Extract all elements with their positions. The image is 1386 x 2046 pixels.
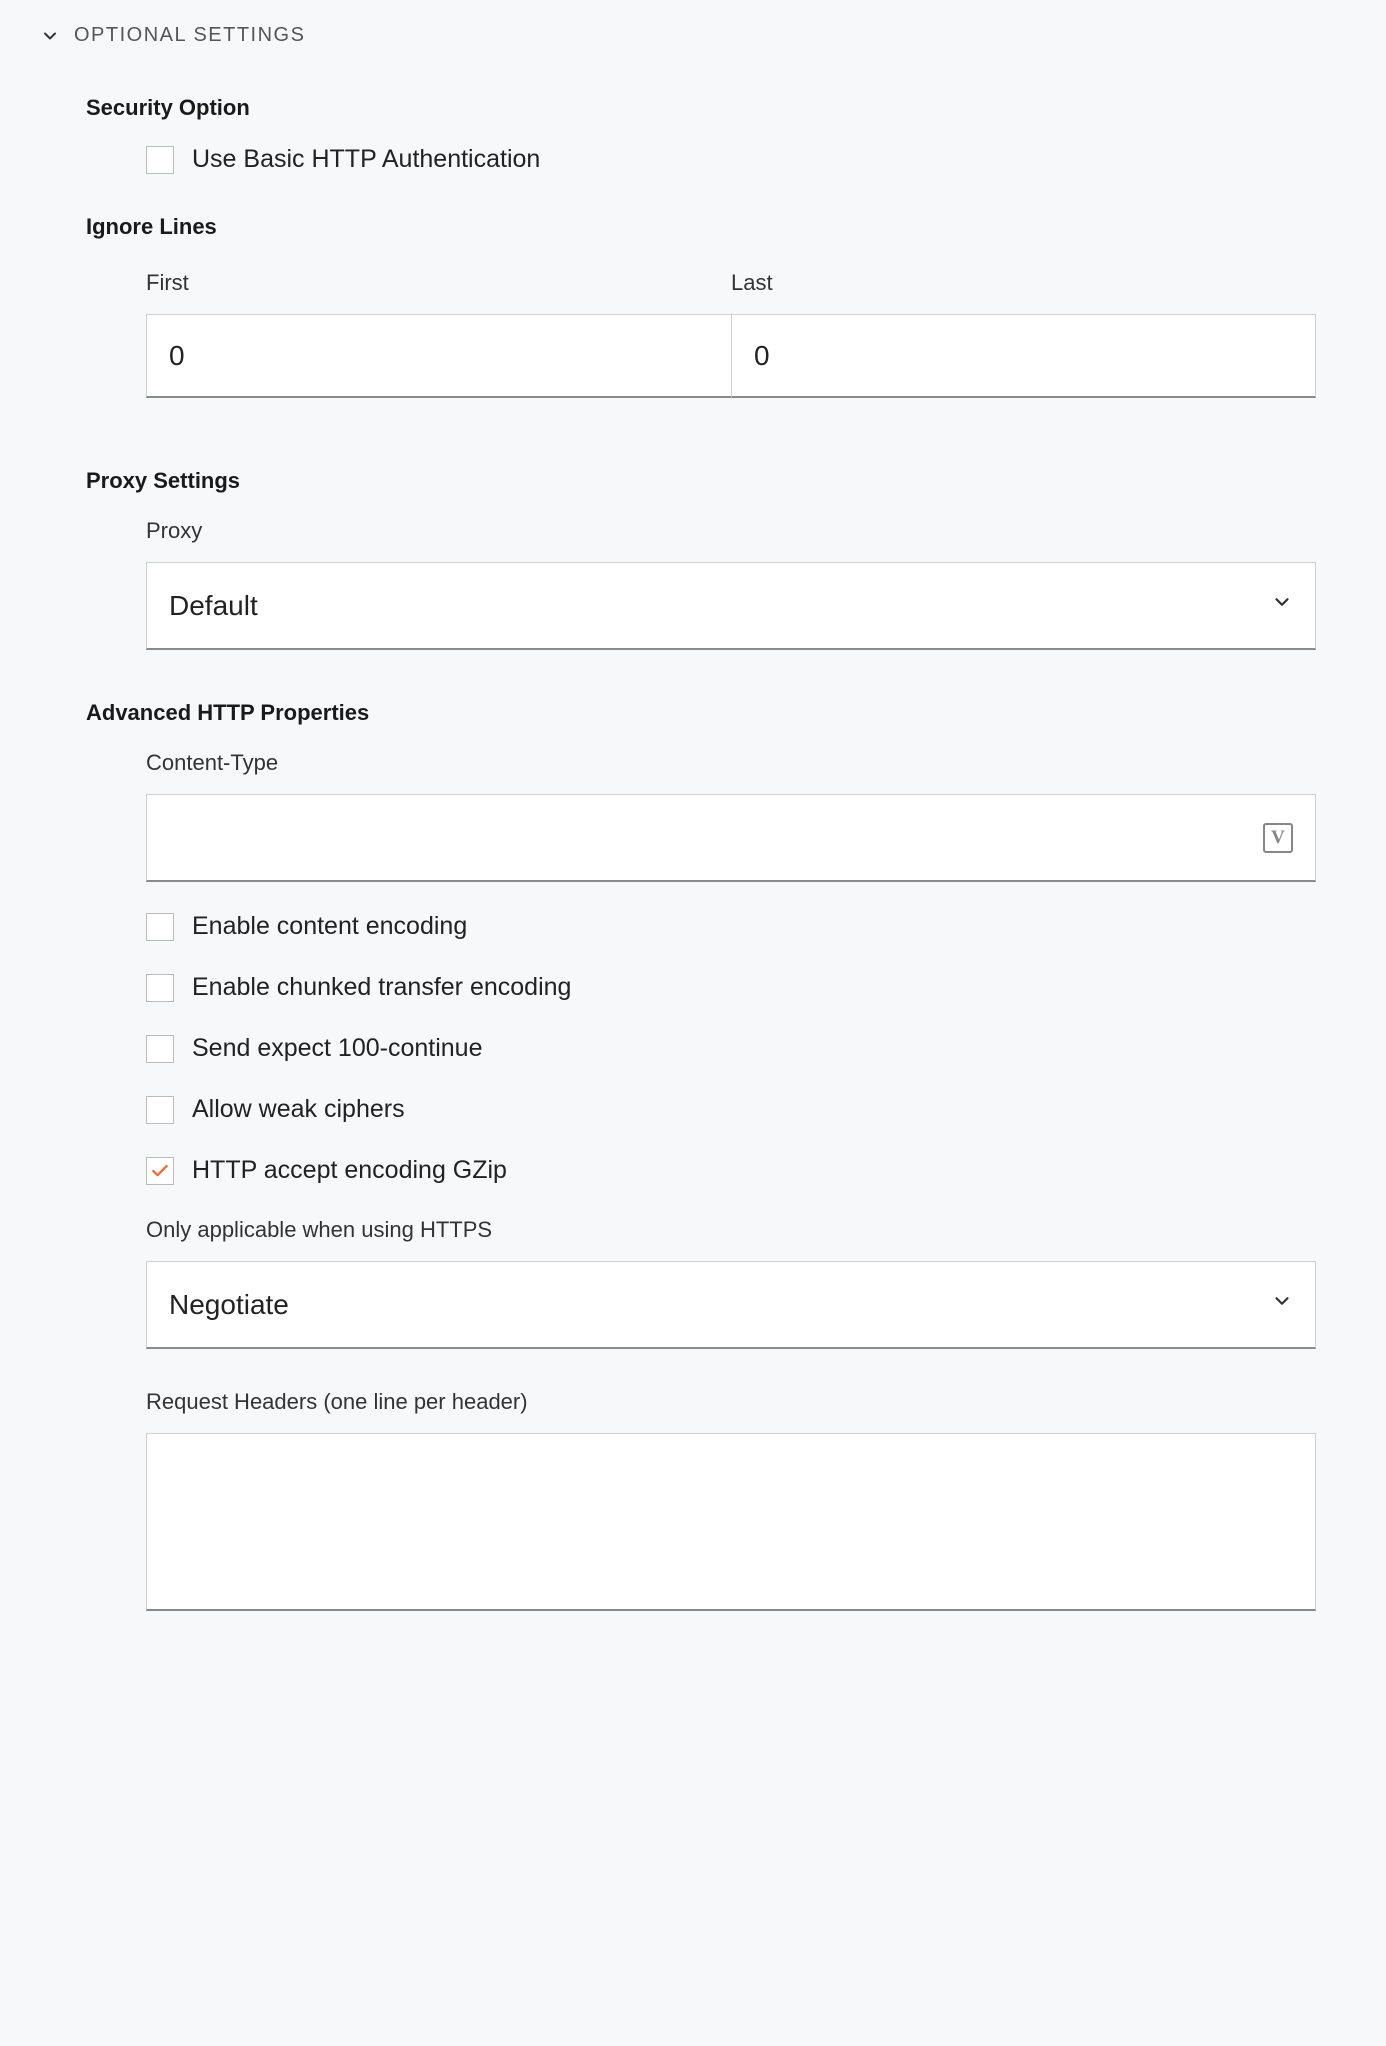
advanced-checkbox-label: HTTP accept encoding GZip [192,1156,507,1185]
ignore-first-label: First [146,270,731,296]
optional-settings-toggle[interactable]: OPTIONAL SETTINGS [40,20,1346,71]
advanced-checkbox-4[interactable]: HTTP accept encoding GZip [146,1156,1316,1185]
content-type-input[interactable] [147,795,1263,880]
checkbox-icon [146,1035,174,1063]
advanced-checkbox-1[interactable]: Enable chunked transfer encoding [146,973,1316,1002]
optional-settings-title: OPTIONAL SETTINGS [74,24,305,47]
ignore-last-label: Last [731,270,1316,296]
advanced-checkbox-0[interactable]: Enable content encoding [146,912,1316,941]
basic-auth-label: Use Basic HTTP Authentication [192,145,540,174]
advanced-checkbox-3[interactable]: Allow weak ciphers [146,1095,1316,1124]
advanced-http-heading: Advanced HTTP Properties [40,700,1346,726]
chevron-down-icon [1271,1290,1293,1319]
basic-auth-checkbox[interactable]: Use Basic HTTP Authentication [146,145,1316,174]
advanced-checkbox-label: Allow weak ciphers [192,1095,405,1124]
proxy-settings-heading: Proxy Settings [40,468,1346,494]
checkbox-icon [146,146,174,174]
request-headers-textarea[interactable] [146,1433,1316,1611]
checkbox-icon [146,913,174,941]
chevron-down-icon [1271,591,1293,620]
advanced-checkbox-label: Enable content encoding [192,912,467,941]
ignore-lines-heading: Ignore Lines [40,214,1346,240]
variable-picker-icon[interactable]: V [1263,823,1293,853]
chevron-down-icon [40,26,60,46]
security-option-heading: Security Option [40,95,1346,121]
https-only-label: Only applicable when using HTTPS [146,1217,1316,1243]
checkbox-checked-icon [146,1157,174,1185]
request-headers-label: Request Headers (one line per header) [146,1389,1316,1415]
advanced-checkbox-label: Enable chunked transfer encoding [192,973,571,1002]
ignore-last-input[interactable] [731,314,1316,398]
https-mode-select[interactable]: Negotiate [146,1261,1316,1349]
advanced-checkbox-label: Send expect 100-continue [192,1034,483,1063]
ignore-first-input[interactable] [146,314,731,398]
proxy-select-value: Default [169,590,1271,622]
content-type-label: Content-Type [146,750,1316,776]
https-mode-value: Negotiate [169,1289,1271,1321]
proxy-select[interactable]: Default [146,562,1316,650]
advanced-checkbox-2[interactable]: Send expect 100-continue [146,1034,1316,1063]
checkbox-icon [146,1096,174,1124]
proxy-label: Proxy [146,518,1316,544]
checkbox-icon [146,974,174,1002]
content-type-field-wrap: V [146,794,1316,882]
